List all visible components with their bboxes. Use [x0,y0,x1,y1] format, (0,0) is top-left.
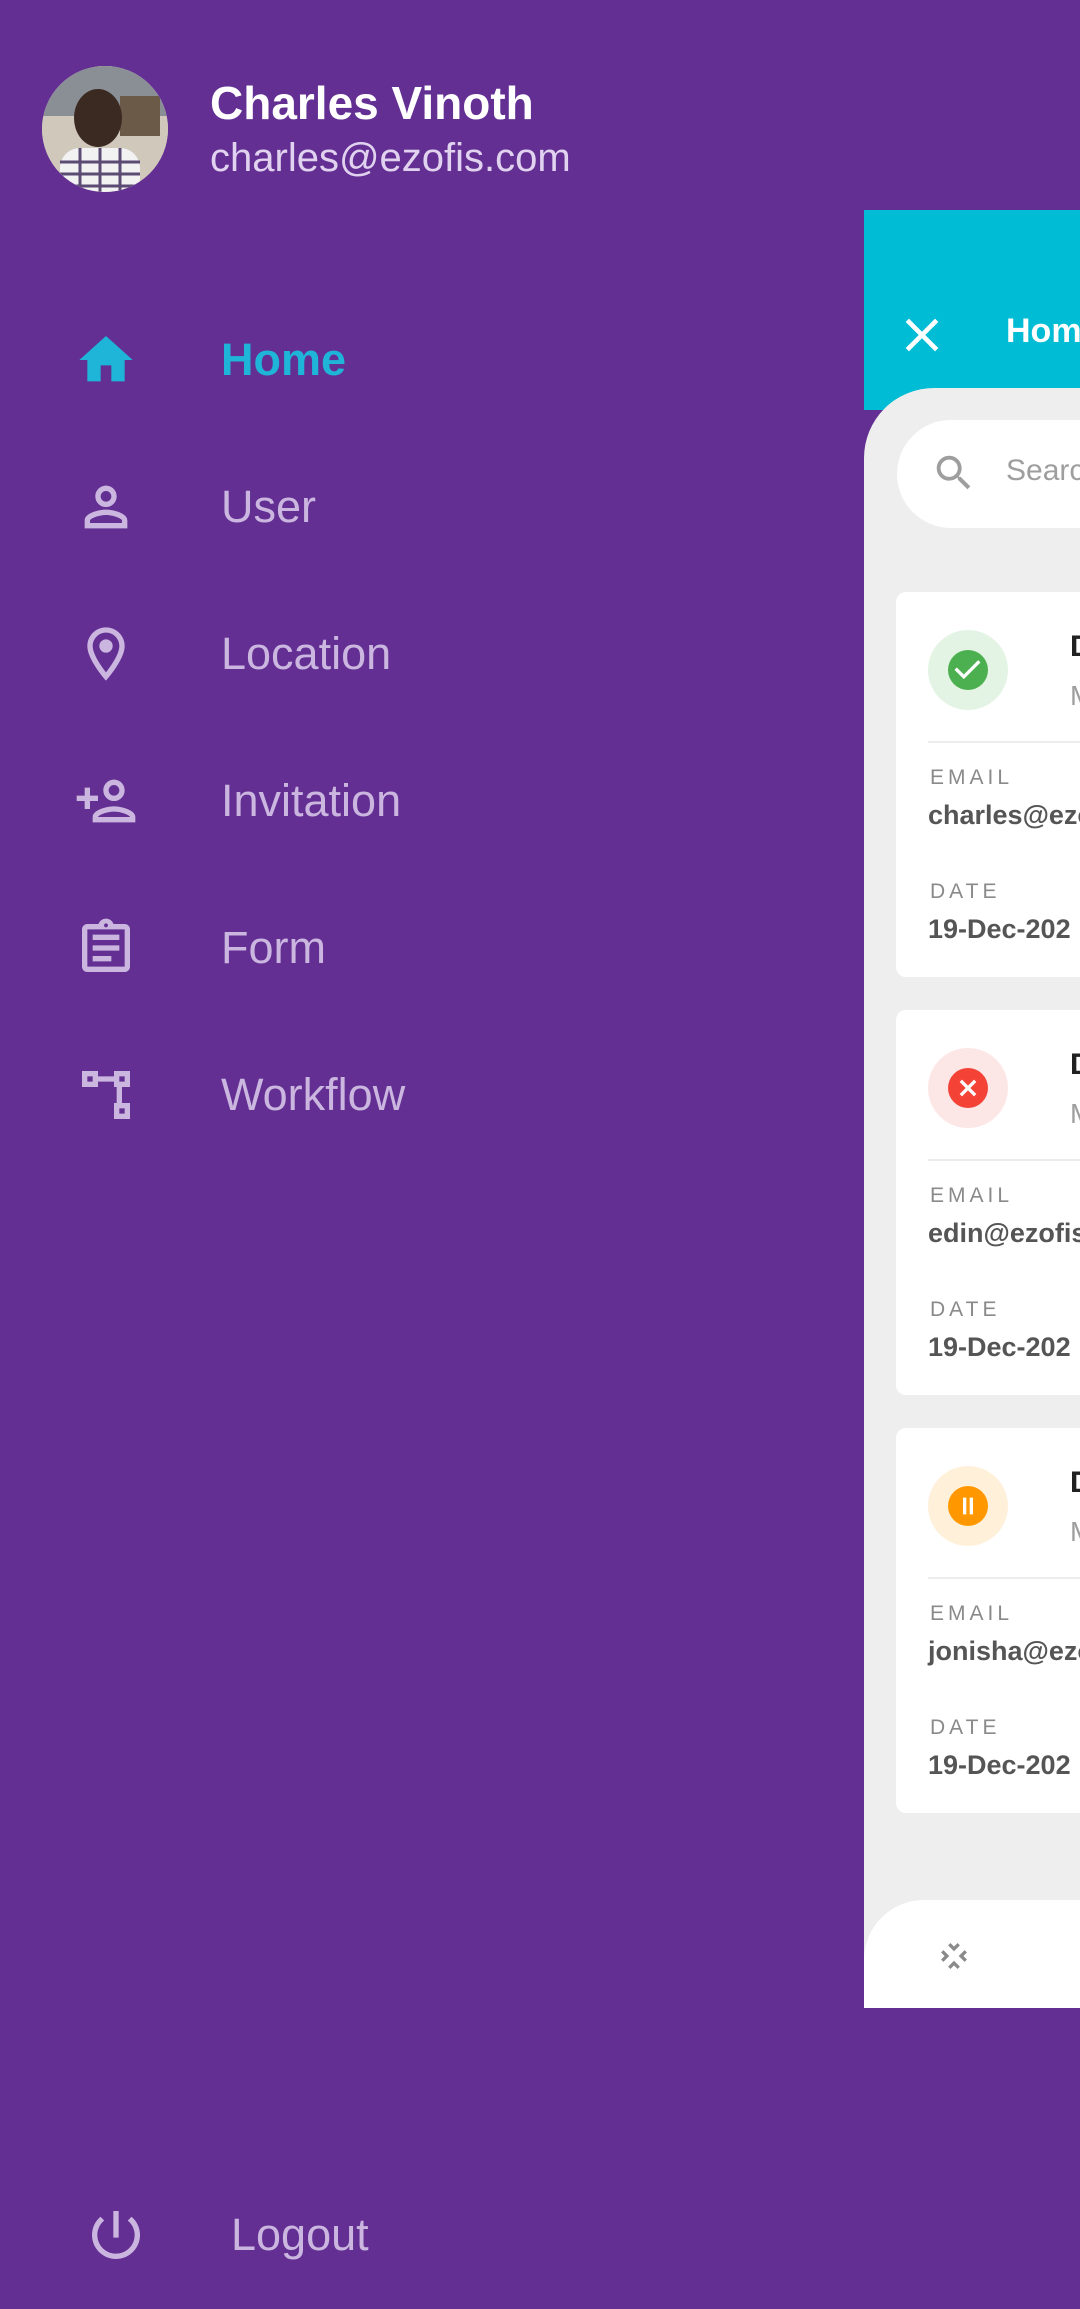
logout-label: Logout [231,2209,369,2260]
bottom-bar [864,1900,1080,2008]
card-title: DE_ [1070,1466,1080,1500]
power-icon [84,2203,148,2267]
menu-item-label: Invitation [221,774,402,826]
menu-item-workflow[interactable]: Workflow [0,1021,860,1168]
app-header: Hom [864,210,1080,410]
divider [928,741,1080,743]
list-item[interactable]: DE_ Mo EMAIL edin@ezofis DATE 19-Dec-202 [896,1010,1080,1395]
menu-item-user[interactable]: User [0,433,860,580]
email-label: EMAIL [930,766,1014,789]
app-panel: Hom Searc DE_ Mo EMAIL charles@ezo DATE … [864,210,1080,2008]
card-subtitle: Mo [1070,1516,1080,1548]
clipboard-icon [74,916,138,980]
search-placeholder: Searc [1006,454,1080,487]
status-paused-icon [928,1466,1008,1546]
logout-button[interactable]: Logout [0,2165,860,2305]
search-icon [931,450,977,496]
email-value: charles@ezo [928,800,1080,830]
close-icon[interactable] [894,307,950,363]
email-value: edin@ezofis [928,1218,1080,1248]
app-title: Hom [1006,312,1080,350]
date-label: DATE [930,1298,1001,1321]
menu-item-label: Location [221,627,392,679]
user-email: charles@ezofis.com [210,136,571,180]
menu-item-label: Home [221,333,347,385]
date-value: 19-Dec-202 [928,914,1071,944]
drawer-menu: Home User Location Invitation Form Workf… [0,286,860,1168]
menu-item-label: Form [221,921,326,973]
card-title: DE_ [1070,1048,1080,1082]
date-value: 19-Dec-202 [928,1332,1071,1362]
list-item[interactable]: DE_ Mo EMAIL jonisha@ezo DATE 19-Dec-202 [896,1428,1080,1813]
drawer-profile: Charles Vinoth charles@ezofis.com [42,66,571,192]
menu-item-invitation[interactable]: Invitation [0,727,860,874]
menu-item-home[interactable]: Home [0,286,860,433]
status-rejected-icon [928,1048,1008,1128]
workflow-icon [74,1063,138,1127]
menu-item-label: User [221,480,317,532]
email-label: EMAIL [930,1602,1014,1625]
date-label: DATE [930,1716,1001,1739]
menu-item-form[interactable]: Form [0,874,860,1021]
card-subtitle: Mo [1070,680,1080,712]
person-add-icon [74,769,138,833]
location-pin-icon [74,622,138,686]
list-item[interactable]: DE_ Mo EMAIL charles@ezo DATE 19-Dec-202 [896,592,1080,977]
menu-item-location[interactable]: Location [0,580,860,727]
divider [928,1159,1080,1161]
email-label: EMAIL [930,1184,1014,1207]
collapse-icon[interactable] [934,1936,974,1976]
search-input[interactable]: Searc [897,420,1080,528]
card-title: DE_ [1070,630,1080,664]
person-icon [74,475,138,539]
status-approved-icon [928,630,1008,710]
date-label: DATE [930,880,1001,903]
user-name: Charles Vinoth [210,77,534,129]
avatar[interactable] [42,66,168,192]
date-value: 19-Dec-202 [928,1750,1071,1780]
menu-item-label: Workflow [221,1068,406,1120]
home-icon [74,328,138,392]
card-subtitle: Mo [1070,1098,1080,1130]
email-value: jonisha@ezo [928,1636,1080,1666]
divider [928,1577,1080,1579]
